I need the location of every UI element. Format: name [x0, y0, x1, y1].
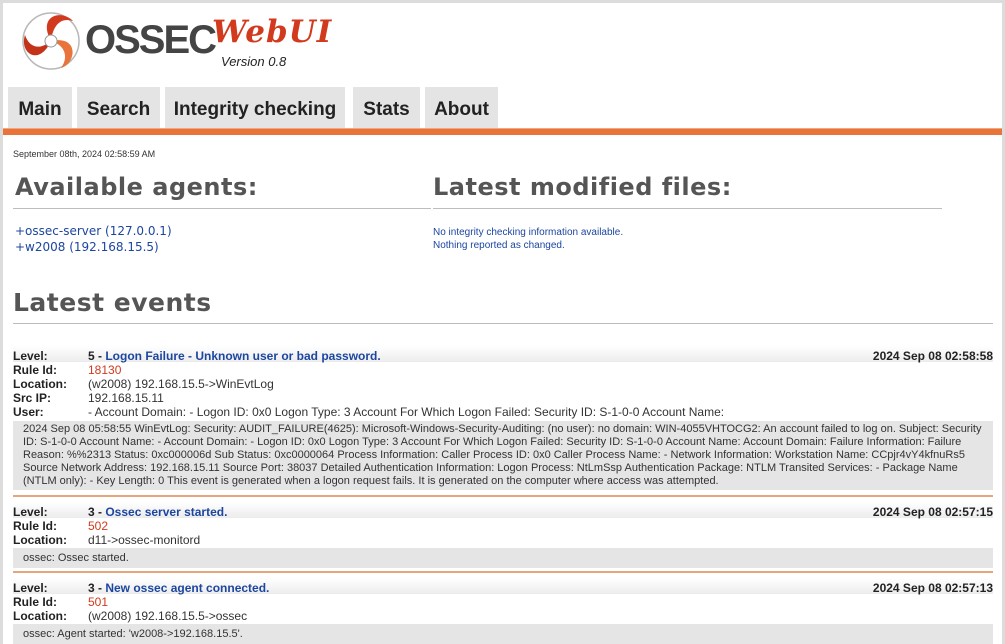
files-divider [433, 208, 942, 209]
current-date: September 08th, 2024 02:58:59 AM [13, 149, 156, 159]
location-label: Location: [13, 533, 67, 547]
rule-id-link[interactable]: 501 [88, 595, 108, 609]
event-date: 2024 Sep 08 02:57:15 [872, 505, 993, 519]
events-divider [13, 323, 993, 324]
logo-ossec-text: OSSEC [85, 18, 217, 62]
page-frame: OSSEC WebUI Version 0.8 Main Search Inte… [3, 3, 1002, 644]
event-location-row: Location: (w2008) 192.168.15.5->ossec [13, 609, 613, 623]
event-date: 2024 Sep 08 02:58:58 [872, 349, 993, 363]
location-value: (w2008) 192.168.15.5->WinEvtLog [88, 377, 274, 391]
files-no-integrity-message: No integrity checking information availa… [433, 227, 624, 238]
rule-id-label: Rule Id: [13, 595, 57, 609]
location-label: Location: [13, 377, 67, 391]
ossec-logo[interactable]: OSSEC WebUI Version 0.8 [17, 5, 347, 75]
event-location-row: Location: (w2008) 192.168.15.5->WinEvtLo… [13, 377, 613, 391]
tab-search[interactable]: Search [77, 87, 160, 128]
event-description-link[interactable]: Logon Failure - Unknown user or bad pass… [105, 349, 380, 363]
rule-id-label: Rule Id: [13, 363, 57, 377]
agent-link-w2008[interactable]: +w2008 (192.168.15.5) [15, 240, 159, 254]
event-rule-row: Rule Id: 18130 [13, 363, 413, 377]
events-title: Latest events [13, 288, 212, 317]
event-level-row: Level: 3 - New ossec agent connected. [13, 581, 993, 595]
agent-link-ossec-server[interactable]: +ossec-server (127.0.0.1) [15, 224, 172, 238]
event-level-row: Level: 3 - Ossec server started. [13, 505, 993, 519]
files-nothing-changed-message: Nothing reported as changed. [433, 240, 565, 251]
src-ip-value: 192.168.15.11 [88, 391, 164, 405]
tab-integrity-label: Integrity checking [173, 99, 337, 120]
user-value: - Account Domain: - Logon ID: 0x0 Logon … [88, 405, 725, 419]
location-label: Location: [13, 609, 67, 623]
event-user-row: User: - Account Domain: - Logon ID: 0x0 … [13, 405, 993, 419]
tab-integrity-checking[interactable]: Integrity checking [165, 87, 345, 128]
tab-stats-label: Stats [363, 99, 410, 120]
event-level-value: 5 - Logon Failure - Unknown user or bad … [88, 349, 381, 363]
event-level-row: Level: 5 - Logon Failure - Unknown user … [13, 349, 993, 363]
event-level-number: 3 - [88, 505, 106, 519]
header: OSSEC WebUI Version 0.8 Main Search Inte… [3, 3, 1002, 135]
event-message: 2024 Sep 08 05:58:55 WinEvtLog: Security… [13, 421, 993, 490]
event-rule-row: Rule Id: 501 [13, 595, 413, 609]
agents-title: Available agents: [15, 173, 258, 201]
rule-id-link[interactable]: 18130 [88, 363, 121, 377]
src-ip-label: Src IP: [13, 391, 52, 405]
event-level-number: 3 - [88, 581, 106, 595]
event-level-value: 3 - Ossec server started. [88, 505, 227, 519]
tab-main-label: Main [18, 99, 62, 120]
tab-main[interactable]: Main [8, 87, 72, 128]
user-label: User: [13, 405, 44, 419]
event-separator [13, 495, 993, 497]
level-label: Level: [13, 581, 48, 595]
event-message: ossec: Ossec started. [13, 548, 993, 568]
version-label: Version 0.8 [221, 54, 287, 69]
event-description-link[interactable]: New ossec agent connected. [105, 581, 269, 595]
tab-about[interactable]: About [425, 87, 498, 128]
level-label: Level: [13, 349, 48, 363]
event-srcip-row: Src IP: 192.168.15.11 [13, 391, 613, 405]
event-date: 2024 Sep 08 02:57:13 [872, 581, 993, 595]
header-divider [3, 128, 1002, 135]
location-value: d11->ossec-monitord [88, 533, 201, 547]
logo-webui-text: WebUI [212, 14, 333, 50]
event-location-row: Location: d11->ossec-monitord [13, 533, 613, 547]
tab-about-label: About [434, 99, 489, 120]
event-description-link[interactable]: Ossec server started. [105, 505, 227, 519]
tab-search-label: Search [86, 99, 151, 120]
rule-id-link[interactable]: 502 [88, 519, 108, 533]
agents-divider [13, 208, 431, 209]
event-item: Level: 3 - New ossec agent connected. 20… [13, 578, 993, 644]
event-separator [13, 571, 993, 573]
files-title: Latest modified files: [433, 173, 732, 201]
rule-id-label: Rule Id: [13, 519, 57, 533]
event-item: Level: 5 - Logon Failure - Unknown user … [13, 346, 993, 491]
tab-stats[interactable]: Stats [353, 87, 420, 128]
event-level-number: 5 - [88, 349, 106, 363]
event-message: ossec: Agent started: 'w2008->192.168.15… [13, 624, 993, 644]
level-label: Level: [13, 505, 48, 519]
ossec-swirl-icon [22, 12, 80, 70]
event-rule-row: Rule Id: 502 [13, 519, 413, 533]
event-item: Level: 3 - Ossec server started. 2024 Se… [13, 502, 993, 568]
event-level-value: 3 - New ossec agent connected. [88, 581, 269, 595]
location-value: (w2008) 192.168.15.5->ossec [88, 609, 248, 623]
